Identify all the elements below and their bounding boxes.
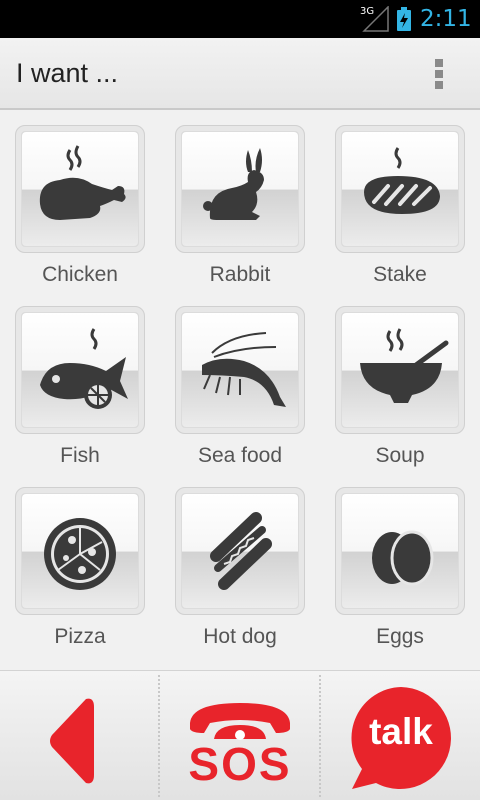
food-label: Stake [373, 263, 427, 286]
food-tile[interactable] [335, 487, 465, 615]
food-tile[interactable] [175, 487, 305, 615]
food-label: Pizza [54, 625, 106, 648]
food-tile[interactable] [335, 125, 465, 253]
food-tile[interactable] [335, 306, 465, 434]
food-label: Rabbit [209, 263, 271, 286]
food-label: Fish [60, 444, 100, 467]
talk-button[interactable]: talk [320, 671, 480, 800]
food-tile[interactable] [175, 125, 305, 253]
status-bar: 3G 2:11 [0, 0, 480, 38]
food-item-eggs[interactable]: Eggs [320, 474, 480, 655]
sos-button[interactable]: SOS [160, 671, 320, 800]
action-bar: I want ... [0, 38, 480, 110]
steak-icon [364, 147, 440, 214]
food-label: Soup [375, 444, 425, 467]
food-label: Chicken [42, 263, 118, 286]
food-tile[interactable] [175, 306, 305, 434]
signal-icon [362, 6, 389, 32]
food-tile[interactable] [15, 306, 145, 434]
back-arrow-icon [50, 698, 94, 784]
food-item-pizza[interactable]: Pizza [0, 474, 160, 655]
food-item-seafood[interactable]: Sea food [160, 293, 320, 474]
overflow-menu-icon[interactable] [424, 54, 454, 94]
food-item-chicken[interactable]: Chicken [0, 112, 160, 293]
bottom-bar: SOS talk [0, 670, 480, 800]
pizza-icon [44, 518, 116, 590]
talk-label: talk [369, 711, 433, 752]
food-label: Hot dog [203, 625, 277, 648]
food-tile[interactable] [15, 487, 145, 615]
fish-icon [40, 328, 128, 409]
food-item-rabbit[interactable]: Rabbit [160, 112, 320, 293]
food-item-fish[interactable]: Fish [0, 293, 160, 474]
food-item-stake[interactable]: Stake [320, 112, 480, 293]
sos-label: SOS [188, 738, 292, 790]
clock: 2:11 [420, 6, 472, 32]
battery-charging-icon [397, 7, 411, 31]
food-tile[interactable] [15, 125, 145, 253]
soup-icon [360, 328, 449, 403]
food-label: Eggs [376, 625, 424, 648]
food-grid: Chicken Rabbit Stake Fish Sea food Soup … [0, 112, 480, 670]
eggs-icon [372, 530, 434, 586]
food-item-hot-dog[interactable]: Hot dog [160, 474, 320, 655]
food-label: Sea food [197, 444, 283, 467]
shrimp-icon [202, 332, 286, 407]
chicken-icon [39, 145, 126, 220]
hot-dog-icon [210, 512, 272, 590]
page-title: I want ... [16, 58, 119, 88]
rabbit-icon [203, 148, 264, 220]
back-button[interactable] [0, 671, 160, 800]
food-item-soup[interactable]: Soup [320, 293, 480, 474]
